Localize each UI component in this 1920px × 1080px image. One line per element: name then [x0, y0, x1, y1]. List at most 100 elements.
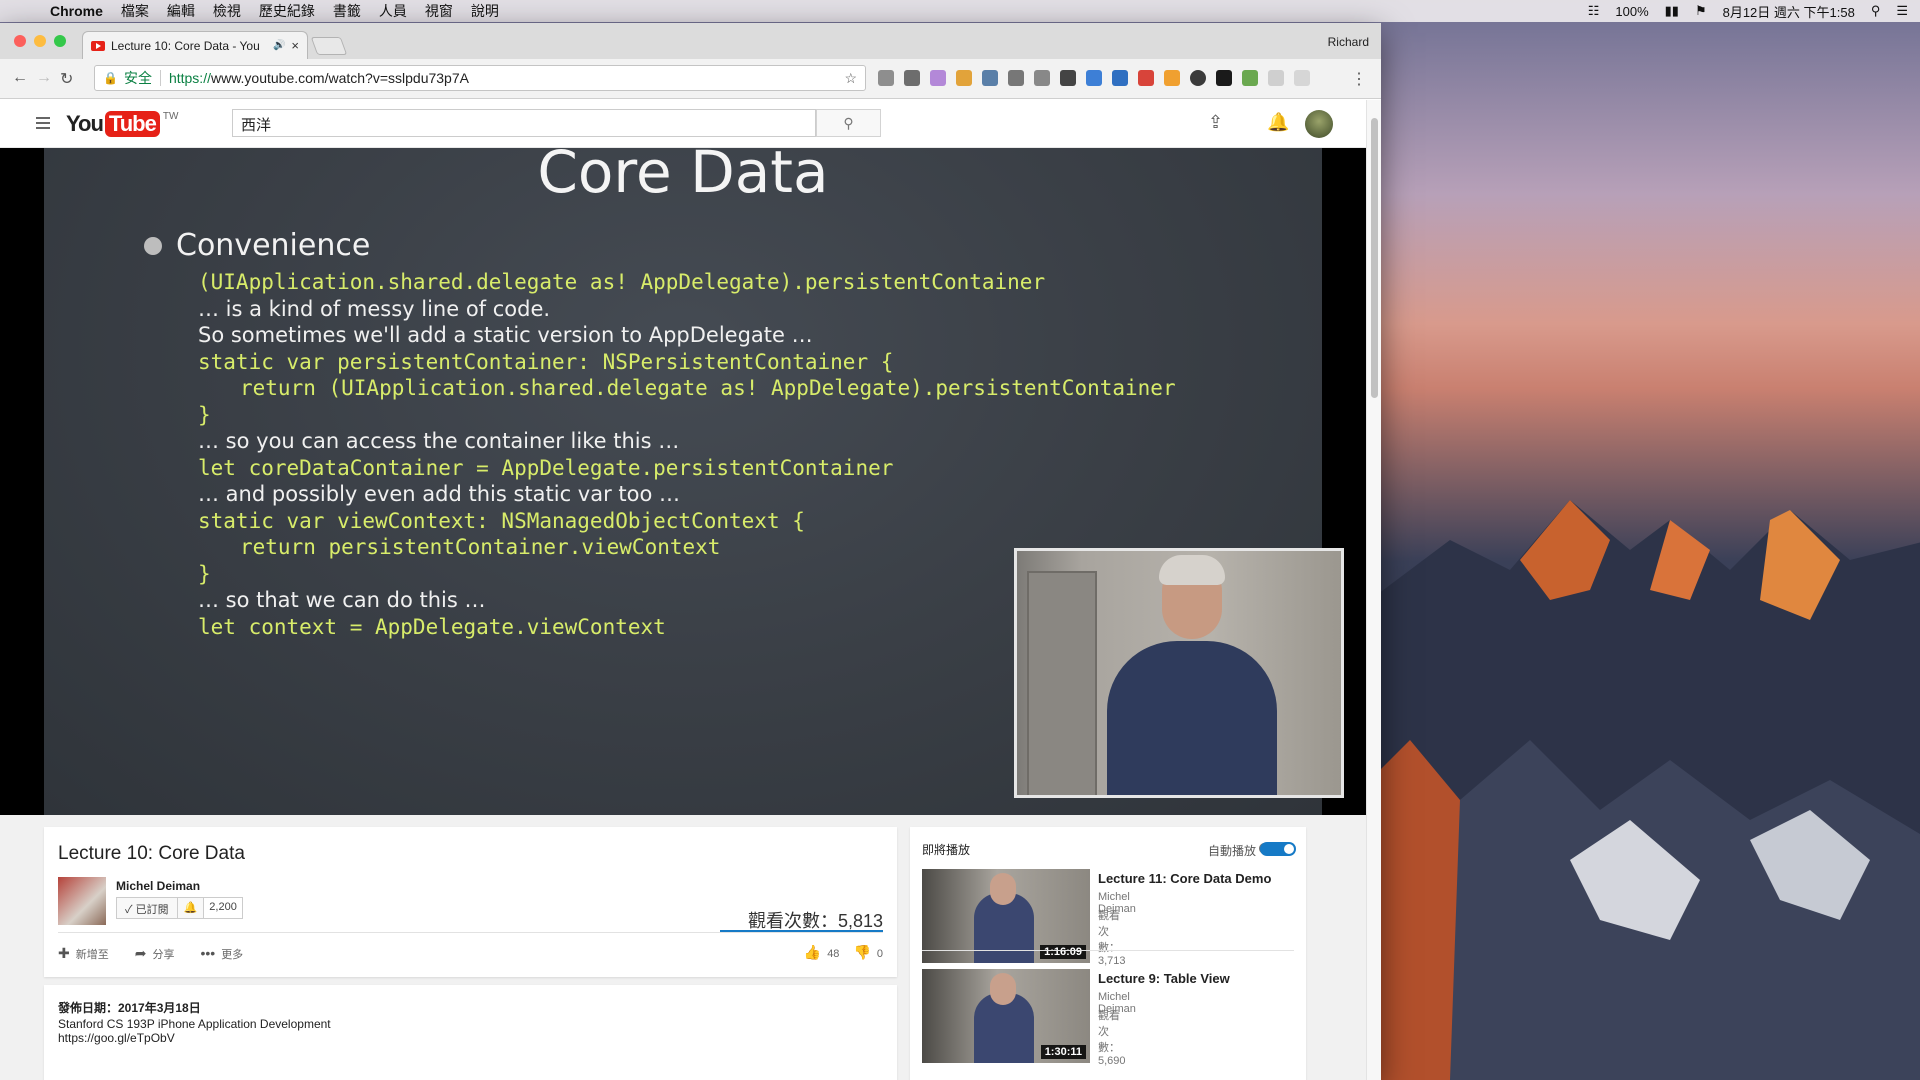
video-title: Lecture 10: Core Data — [58, 843, 245, 864]
extension-8-icon[interactable] — [1060, 70, 1076, 86]
description-link[interactable]: https://goo.gl/eTpObV — [58, 1031, 883, 1045]
upload-icon[interactable]: ⇪ — [1208, 112, 1223, 133]
extension-16-icon[interactable] — [1268, 70, 1284, 86]
slide-line: … and possibly even add this static var … — [198, 482, 681, 506]
extension-4-icon[interactable] — [956, 70, 972, 86]
battery-percent[interactable]: 100% — [1615, 4, 1648, 19]
slide-line: (UIApplication.shared.delegate as! AppDe… — [198, 270, 1046, 294]
account-avatar[interactable] — [1305, 110, 1333, 138]
more-button[interactable]: ••• 更多 — [200, 945, 243, 962]
extension-15-icon[interactable] — [1242, 70, 1258, 86]
audio-playing-icon[interactable]: 🔊 — [273, 40, 285, 51]
slide-bullet: Convenience — [144, 228, 370, 263]
extension-3-icon[interactable] — [930, 70, 946, 86]
wifi-icon[interactable]: ☷ — [1588, 3, 1600, 19]
extension-9-icon[interactable] — [1086, 70, 1102, 86]
slide-line: } — [198, 402, 211, 427]
check-icon: ✓ — [125, 904, 136, 916]
youtube-logo[interactable]: You Tube TW — [66, 111, 178, 137]
dislike-button[interactable]: 👎 0 — [853, 944, 883, 961]
slide-title: Core Data — [537, 138, 829, 206]
bookmark-star-icon[interactable]: ☆ — [844, 70, 857, 87]
notifications-bell-icon[interactable]: 🔔 — [1267, 112, 1289, 133]
channel-avatar[interactable] — [58, 877, 106, 925]
sidebar-video-title[interactable]: Lecture 11: Core Data Demo — [1098, 871, 1271, 886]
menu-bookmarks[interactable]: 書籤 — [333, 1, 361, 21]
menu-app-name[interactable]: Chrome — [50, 3, 103, 19]
url-path: www.youtube.com/watch?v=sslpdu73p7A — [210, 70, 469, 86]
youtube-page: You Tube TW 西洋 ⚲ ⇪ 🔔 Core Data Convenienc… — [0, 100, 1366, 1080]
channel-name[interactable]: Michel Deiman — [116, 879, 200, 893]
address-bar[interactable]: 🔒 安全 https://www.youtube.com/watch?v=ssl… — [94, 65, 866, 91]
extension-13-icon[interactable] — [1190, 70, 1206, 86]
menu-view[interactable]: 檢視 — [213, 1, 241, 21]
close-window-button[interactable] — [14, 35, 26, 47]
extension-11-icon[interactable] — [1138, 70, 1154, 86]
like-button[interactable]: 👍 48 — [804, 944, 840, 961]
notification-settings-button[interactable]: 🔔 — [177, 898, 205, 918]
tab-strip: Lecture 10: Core Data - You 🔊 × Richard — [0, 23, 1381, 59]
mac-menu-bar: Chrome 檔案 編輯 檢視 歷史紀錄 書籤 人員 視窗 說明 ☷ 100% … — [0, 0, 1920, 22]
video-player[interactable]: Core Data Convenience (UIApplication.sha… — [0, 138, 1366, 815]
slide-line: … so you can access the container like t… — [198, 429, 680, 453]
extension-2-icon[interactable] — [904, 70, 920, 86]
menu-history[interactable]: 歷史紀錄 — [259, 1, 315, 21]
url-text[interactable]: https://www.youtube.com/watch?v=sslpdu73… — [169, 70, 469, 86]
autoplay-toggle[interactable] — [1260, 842, 1296, 856]
more-icon: ••• — [200, 945, 216, 961]
extension-5-icon[interactable] — [982, 70, 998, 86]
forward-icon[interactable]: → — [36, 69, 52, 87]
new-tab-button[interactable] — [310, 37, 348, 55]
lecture-slide: Core Data Convenience (UIApplication.sha… — [44, 138, 1344, 815]
extension-7-icon[interactable] — [1034, 70, 1050, 86]
speaker-camera-inset — [1014, 548, 1344, 798]
slide-line: … is a kind of messy line of code. — [198, 296, 551, 321]
battery-icon[interactable]: ▮▮ — [1665, 3, 1679, 19]
spotlight-icon[interactable]: ⚲ — [1871, 3, 1881, 19]
close-tab-icon[interactable]: × — [291, 38, 299, 53]
search-button[interactable]: ⚲ — [816, 109, 881, 137]
minimize-window-button[interactable] — [34, 35, 46, 47]
video-duration: 1:30:11 — [1040, 1045, 1086, 1059]
guide-menu-icon[interactable] — [36, 117, 50, 132]
reload-icon[interactable]: ↻ — [60, 69, 73, 89]
tab-youtube[interactable]: Lecture 10: Core Data - You 🔊 × — [82, 31, 308, 59]
back-icon[interactable]: ← — [12, 69, 28, 87]
profile-name[interactable]: Richard — [1328, 35, 1369, 49]
extension-1-icon[interactable] — [878, 70, 894, 86]
sidebar-video-title[interactable]: Lecture 9: Table View — [1098, 971, 1230, 986]
browser-toolbar: ← → ↻ 🔒 安全 https://www.youtube.com/watch… — [0, 59, 1381, 99]
info-divider — [58, 932, 883, 933]
scrollbar-thumb[interactable] — [1371, 118, 1378, 398]
description-line-1: Stanford CS 193P iPhone Application Deve… — [58, 1017, 331, 1031]
extension-14-icon[interactable] — [1216, 70, 1232, 86]
menu-edit[interactable]: 編輯 — [167, 1, 195, 21]
page-scrollbar[interactable] — [1366, 100, 1381, 1080]
thumbs-up-icon: 👍 — [803, 944, 822, 960]
zoom-window-button[interactable] — [54, 35, 66, 47]
menu-window[interactable]: 視窗 — [425, 1, 453, 21]
plus-icon: ✚ — [58, 945, 70, 961]
chrome-menu-icon[interactable]: ⋮ — [1351, 69, 1367, 89]
extension-6-icon[interactable] — [1008, 70, 1024, 86]
subscribed-button[interactable]: ✓ 已訂閱 — [117, 898, 178, 918]
extension-10-icon[interactable] — [1112, 70, 1128, 86]
search-input[interactable]: 西洋 — [232, 109, 816, 137]
notification-center-icon[interactable]: ☰ — [1896, 3, 1908, 19]
menu-file[interactable]: 檔案 — [121, 1, 149, 21]
menu-help[interactable]: 說明 — [471, 1, 499, 21]
menu-people[interactable]: 人員 — [379, 1, 407, 21]
slide-line: return persistentContainer.viewContext — [240, 535, 721, 559]
dislike-count: 0 — [876, 948, 883, 960]
video-thumbnail[interactable]: 1:30:11 — [922, 969, 1090, 1063]
extension-17-icon[interactable] — [1294, 70, 1310, 86]
menu-clock[interactable]: 8月12日 週六 下午1:58 — [1723, 2, 1855, 21]
bell-icon: 🔔 — [183, 902, 198, 914]
flag-icon[interactable]: ⚑ — [1695, 3, 1707, 19]
extension-12-icon[interactable] — [1164, 70, 1180, 86]
share-button[interactable]: ➦ 分享 — [135, 945, 175, 962]
youtube-favicon-icon — [91, 40, 105, 51]
video-thumbnail[interactable]: 1:16:09 — [922, 869, 1090, 963]
window-controls — [14, 35, 66, 47]
add-to-button[interactable]: ✚ 新增至 — [58, 945, 109, 962]
